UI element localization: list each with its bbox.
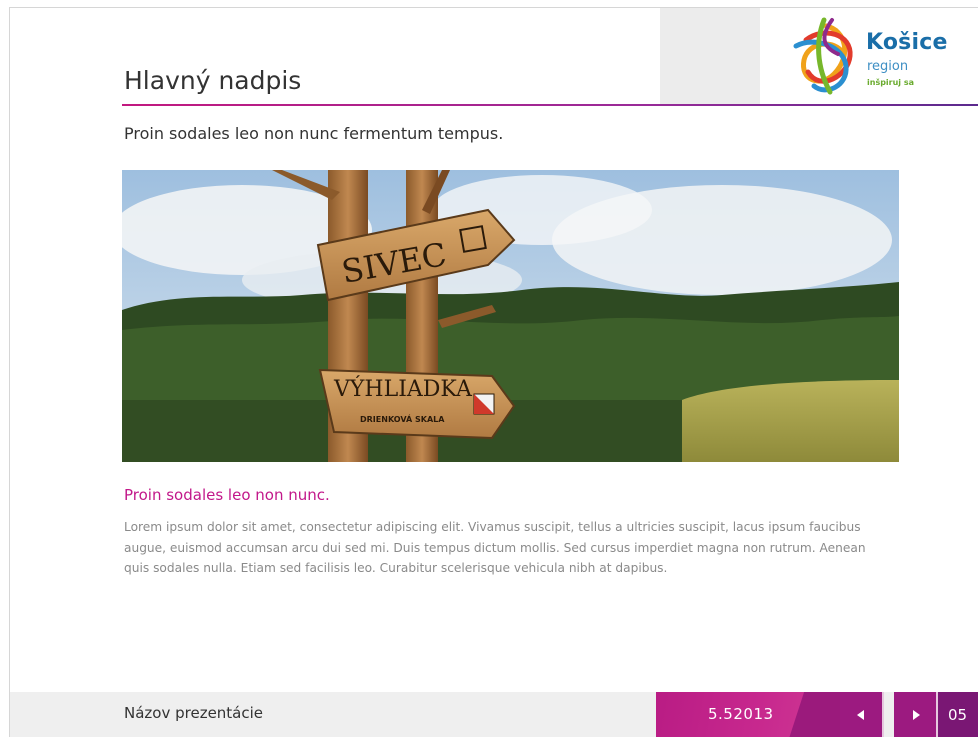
slide-title: Hlavný nadpis <box>124 66 302 95</box>
date-badge-stripe <box>784 692 841 737</box>
next-slide-button[interactable] <box>894 692 938 737</box>
logo-tagline: inšpiruj sa <box>867 78 914 87</box>
footer-bar: Názov prezentácie 5.52013 05 <box>10 692 978 737</box>
signpost-photo: SIVEC VÝHLIADKA DRIENKOVÁ SKALA <box>122 170 899 462</box>
sign-bottom-text: VÝHLIADKA <box>333 375 473 402</box>
page-number: 05 <box>938 692 978 737</box>
kosice-region-logo-icon <box>793 17 853 95</box>
presentation-date: 5.52013 <box>708 705 774 723</box>
presentation-name: Názov prezentácie <box>124 704 264 722</box>
date-badge: 5.52013 <box>656 692 841 737</box>
previous-slide-button[interactable] <box>840 692 882 737</box>
body-paragraph: Lorem ipsum dolor sit amet, consectetur … <box>124 520 866 575</box>
sign-bottom-subtext: DRIENKOVÁ SKALA <box>360 413 445 424</box>
nav-separator <box>882 692 884 737</box>
title-divider <box>122 104 978 106</box>
section-heading: Proin sodales leo non nunc. <box>124 486 330 504</box>
logo-subtitle: region <box>867 59 909 74</box>
logo-title: Košice <box>866 30 948 55</box>
triangle-left-icon <box>857 710 864 720</box>
triangle-right-icon <box>913 710 920 720</box>
slide: Košice region inšpiruj sa Hlavný nadpis … <box>9 7 978 737</box>
slide-subtitle: Proin sodales leo non nunc fermentum tem… <box>124 124 504 143</box>
